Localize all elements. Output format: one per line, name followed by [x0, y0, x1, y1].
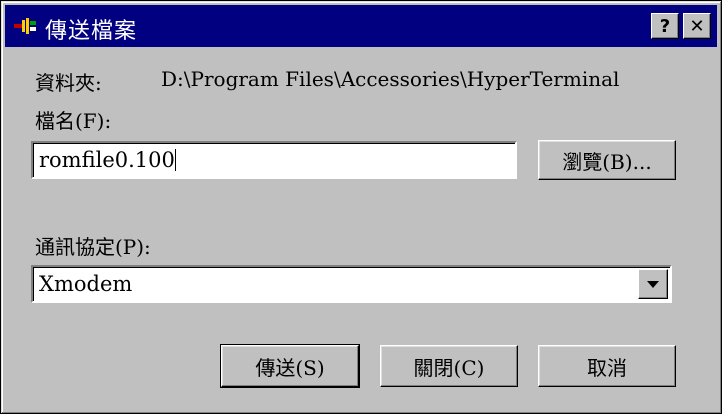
filename-input[interactable]: romfile0.100: [31, 141, 517, 179]
browse-button[interactable]: 瀏覽(B)...: [538, 140, 676, 180]
send-button[interactable]: 傳送(S): [220, 344, 360, 388]
protocol-label: 通訊協定(P):: [35, 235, 151, 259]
send-file-dialog: 傳送檔案 ? ✕ 資料夾: D:\Program Files\Accessori…: [0, 0, 722, 414]
help-button[interactable]: ?: [651, 13, 679, 39]
hyperterminal-icon: [14, 18, 36, 34]
close-window-button[interactable]: ✕: [683, 13, 711, 39]
filename-label: 檔名(F):: [35, 109, 112, 133]
protocol-select[interactable]: Xmodem: [31, 265, 672, 303]
chevron-down-icon: [647, 281, 659, 288]
folder-path: D:\Program Files\Accessories\HyperTermin…: [161, 67, 620, 91]
filename-value: romfile0.100: [39, 148, 175, 172]
protocol-selected-value: Xmodem: [39, 272, 133, 296]
text-caret: [174, 149, 176, 171]
title-bar[interactable]: 傳送檔案 ? ✕: [5, 5, 717, 47]
folder-label: 資料夾:: [35, 71, 102, 95]
cancel-button[interactable]: 取消: [538, 345, 676, 387]
close-button[interactable]: 關閉(C): [380, 345, 518, 387]
window-title: 傳送檔案: [45, 19, 138, 44]
protocol-dropdown-button[interactable]: [638, 269, 668, 299]
